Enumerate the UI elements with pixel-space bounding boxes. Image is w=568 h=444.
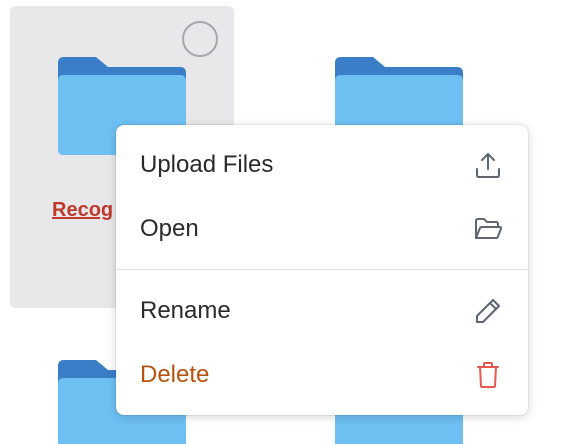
folder-name-link[interactable]: Recog (52, 199, 113, 222)
menu-item-delete[interactable]: Delete (116, 343, 528, 407)
file-browser-canvas: Recog Upload Files Open Rename Delete (0, 0, 568, 444)
menu-item-label: Upload Files (140, 151, 274, 178)
trash-icon (472, 359, 504, 391)
menu-item-label: Rename (140, 297, 231, 324)
context-menu: Upload Files Open Rename Delete (116, 125, 528, 415)
menu-item-rename[interactable]: Rename (116, 279, 528, 343)
menu-item-label: Delete (140, 361, 210, 388)
menu-item-label: Open (140, 215, 199, 242)
menu-item-upload-files[interactable]: Upload Files (116, 133, 528, 197)
folder-open-icon (472, 213, 504, 245)
menu-item-open[interactable]: Open (116, 197, 528, 261)
menu-divider (116, 269, 528, 270)
upload-icon (472, 149, 504, 181)
select-checkbox[interactable] (182, 21, 218, 57)
pencil-icon (472, 295, 504, 327)
